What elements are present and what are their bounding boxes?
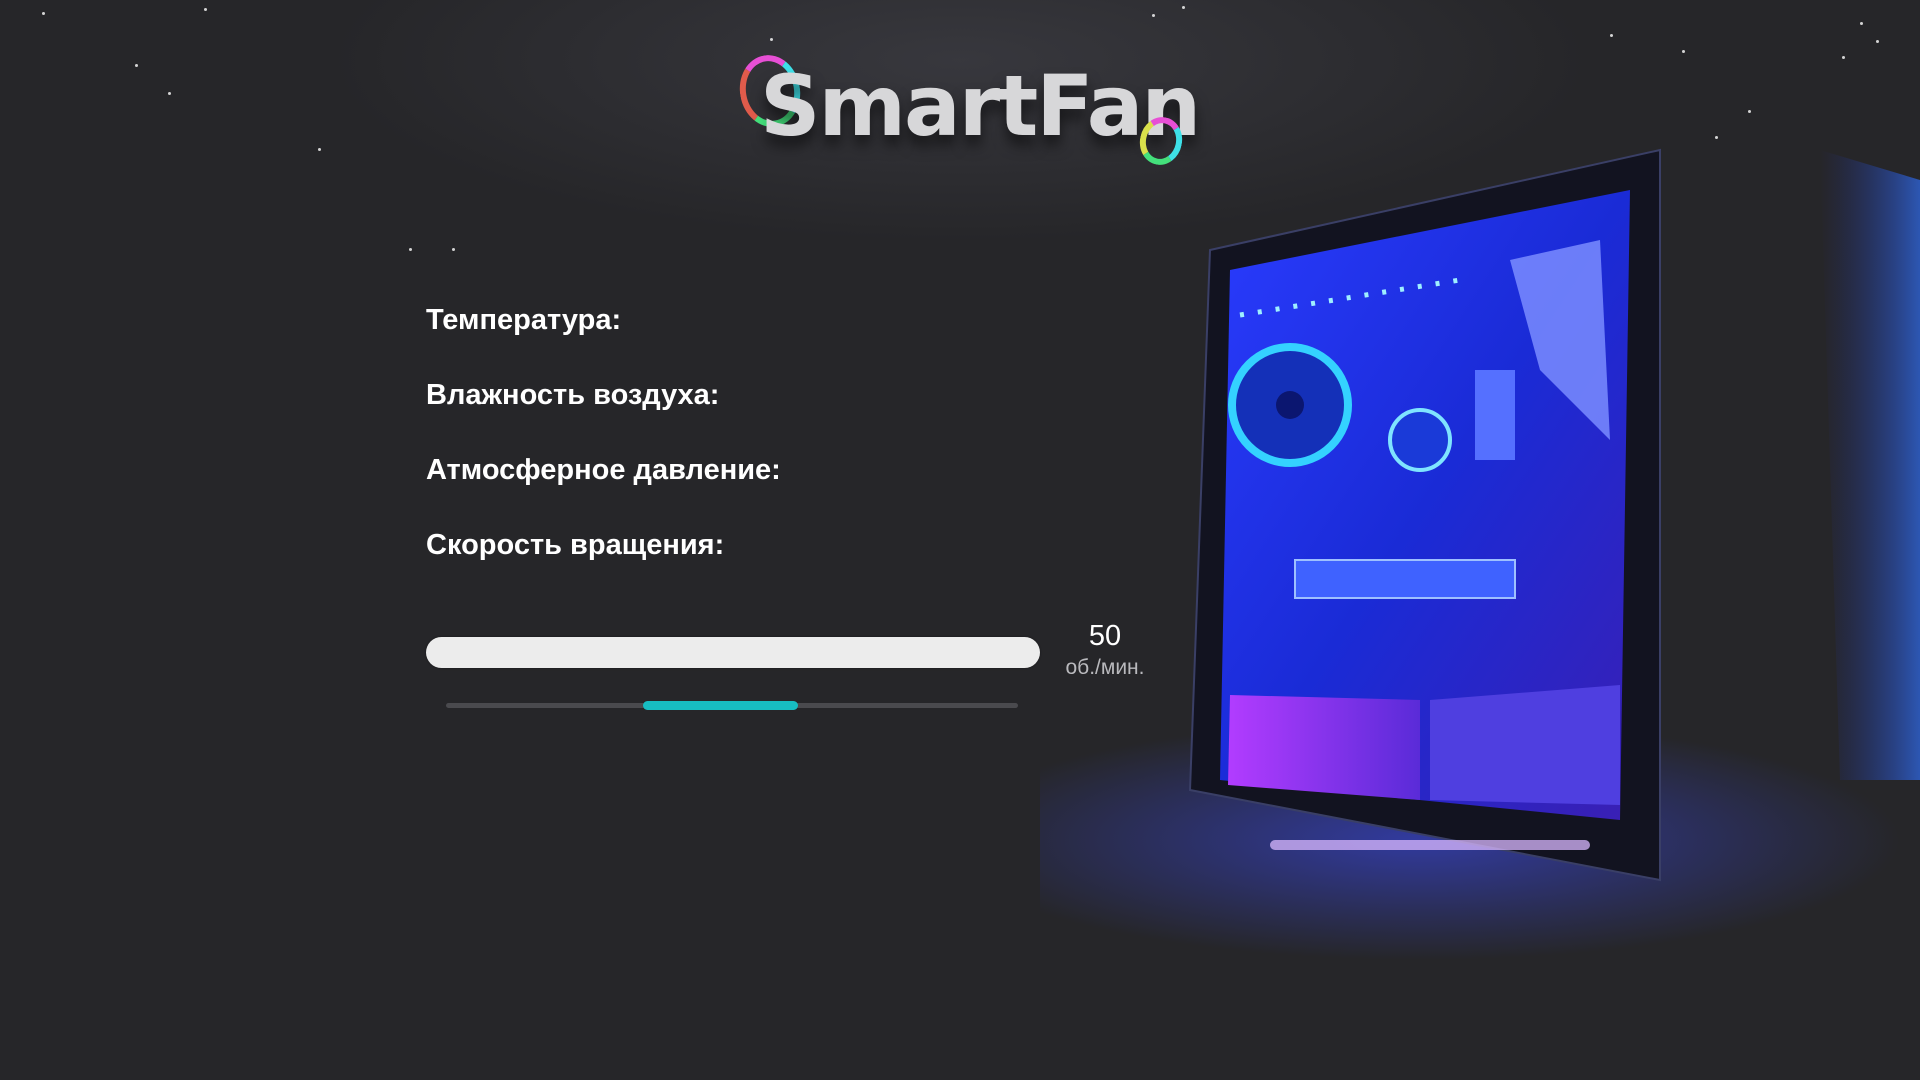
star: [1182, 6, 1185, 9]
case-side-panel: [1820, 150, 1920, 780]
cpu-cooler: [1388, 408, 1452, 472]
star: [168, 92, 171, 95]
star: [1610, 34, 1613, 37]
star: [204, 8, 207, 11]
case-fan-hub: [1276, 391, 1304, 419]
star: [1876, 40, 1879, 43]
star: [452, 248, 455, 251]
star: [1842, 56, 1845, 59]
speed-slider[interactable]: [446, 701, 1018, 710]
star: [1682, 50, 1685, 53]
star: [1860, 22, 1863, 25]
underglow-light: [1270, 840, 1590, 850]
star: [318, 148, 321, 151]
sensor-info-panel: Температура: Влажность воздуха: Атмосфер…: [426, 300, 781, 600]
ram-modules: [1475, 370, 1515, 460]
drive-bay: [1430, 685, 1620, 805]
star: [42, 12, 45, 15]
psu-shroud: [1228, 695, 1420, 800]
star: [1748, 110, 1751, 113]
humidity-label: Влажность воздуха:: [426, 379, 720, 411]
pc-case-image: [1040, 148, 1920, 960]
pressure-label: Атмосферное давление:: [426, 454, 781, 486]
graphics-card: [1294, 559, 1516, 599]
main-screen: SmartFan Температура: Влажность воздуха:…: [0, 0, 1920, 1080]
star: [1715, 136, 1718, 139]
temperature-label: Температура:: [426, 304, 622, 336]
star: [135, 64, 138, 67]
star: [1152, 14, 1155, 17]
star: [409, 248, 412, 251]
fan-speed-bar[interactable]: [426, 637, 1040, 668]
speed-label: Скорость вращения:: [426, 529, 725, 561]
star: [770, 38, 773, 41]
speed-slider-fill[interactable]: [643, 701, 798, 710]
